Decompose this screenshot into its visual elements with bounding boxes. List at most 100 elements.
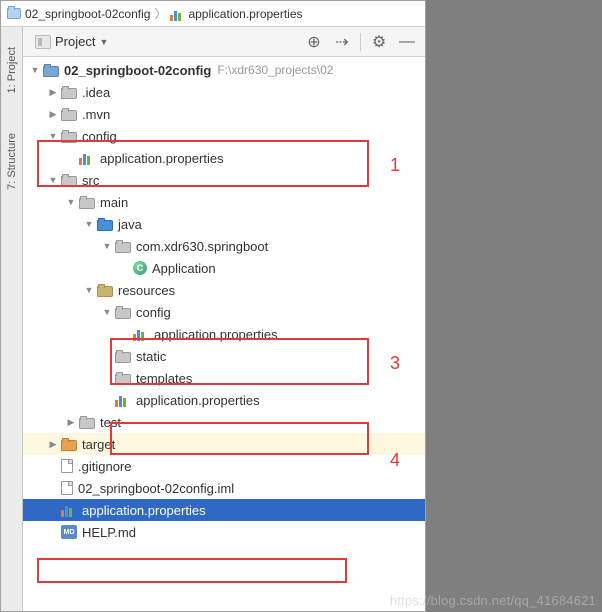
expand-arrow-icon[interactable]: ▼: [83, 219, 95, 229]
gear-icon: ⚙: [372, 32, 386, 52]
breadcrumb-root[interactable]: 02_springboot-02config: [7, 7, 150, 21]
properties-icon: [133, 327, 149, 341]
node-label: application.properties: [136, 393, 260, 408]
tree-node-target[interactable]: ▶ target: [23, 433, 425, 455]
dropdown-icon: ▼: [99, 37, 108, 47]
folder-icon: [115, 374, 131, 385]
rail-tab-project-label: 1: Project: [6, 47, 18, 93]
tree-node-mvn[interactable]: ▶ .mvn: [23, 103, 425, 125]
tree-node-test[interactable]: ▶ test: [23, 411, 425, 433]
node-label: test: [100, 415, 121, 430]
tree-node-java[interactable]: ▼ java: [23, 213, 425, 235]
resources-folder-icon: [97, 286, 113, 297]
tree-node-main[interactable]: ▼ main: [23, 191, 425, 213]
expand-arrow-icon[interactable]: ▶: [47, 87, 59, 98]
project-toolbar: Project ▼ ⊕ ⇢ ⚙ —: [23, 27, 425, 57]
expand-arrow-icon[interactable]: ▶: [65, 417, 77, 428]
tree-node-project-root[interactable]: ▼ 02_springboot-02config F:\xdr630_proje…: [23, 59, 425, 81]
toolbar-divider: [360, 33, 361, 51]
folder-icon: [79, 198, 95, 209]
file-icon: [61, 481, 73, 495]
node-label: 02_springboot-02config.iml: [78, 481, 234, 496]
folder-icon: [61, 110, 77, 121]
folder-icon: [79, 418, 95, 429]
chevron-right-icon: 〉: [154, 5, 166, 22]
settings-button[interactable]: ⚙: [367, 30, 391, 54]
node-label: application.properties: [100, 151, 224, 166]
markdown-icon: MD: [61, 525, 77, 539]
annotation-label-3: 3: [390, 353, 400, 374]
tool-window-rail: 1: Project 7: Structure: [1, 27, 23, 611]
node-label: com.xdr630.springboot: [136, 239, 268, 254]
expand-arrow-icon[interactable]: ▼: [101, 307, 113, 317]
breadcrumb-file-label: application.properties: [188, 7, 302, 21]
expand-arrow-icon[interactable]: ▼: [47, 131, 59, 141]
tree-node-config[interactable]: ▼ config: [23, 125, 425, 147]
node-label: .idea: [82, 85, 110, 100]
expand-arrow-icon[interactable]: ▶: [47, 439, 59, 450]
breadcrumb-file[interactable]: application.properties: [170, 7, 302, 21]
folder-icon: [61, 88, 77, 99]
expand-arrow-icon[interactable]: ▼: [101, 241, 113, 251]
tree-node-src[interactable]: ▼ src: [23, 169, 425, 191]
folder-icon: [61, 132, 77, 143]
locate-button[interactable]: ⊕: [302, 30, 326, 54]
tree-node-gitignore[interactable]: .gitignore: [23, 455, 425, 477]
tree-node-res-config-props[interactable]: application.properties: [23, 323, 425, 345]
tree-node-package[interactable]: ▼ com.xdr630.springboot: [23, 235, 425, 257]
minimize-icon: —: [399, 33, 415, 51]
expand-arrow-icon[interactable]: ▼: [47, 175, 59, 185]
tree-node-res-props[interactable]: application.properties: [23, 389, 425, 411]
tree-node-idea[interactable]: ▶ .idea: [23, 81, 425, 103]
node-label: application.properties: [82, 503, 206, 518]
project-view-label: Project: [55, 34, 95, 49]
expand-arrow-icon[interactable]: ▼: [29, 65, 41, 75]
node-label: target: [82, 437, 115, 452]
expand-arrow-icon[interactable]: ▶: [47, 109, 59, 120]
breadcrumb-root-label: 02_springboot-02config: [25, 7, 150, 21]
project-view-selector[interactable]: Project ▼: [29, 32, 114, 51]
breadcrumb[interactable]: 02_springboot-02config 〉 application.pro…: [1, 1, 425, 27]
tree-node-resources[interactable]: ▼ resources: [23, 279, 425, 301]
node-label: .gitignore: [78, 459, 131, 474]
tree-node-help[interactable]: MD HELP.md: [23, 521, 425, 543]
tree-node-static[interactable]: static: [23, 345, 425, 367]
node-label: main: [100, 195, 128, 210]
node-label: 02_springboot-02config: [64, 63, 211, 78]
file-icon: [61, 459, 73, 473]
tree-node-root-props[interactable]: application.properties: [23, 499, 425, 521]
source-folder-icon: [97, 220, 113, 231]
node-label: java: [118, 217, 142, 232]
rail-tab-structure[interactable]: 7: Structure: [6, 133, 18, 190]
properties-icon: [170, 7, 184, 21]
rail-tab-project[interactable]: 1: Project: [6, 47, 18, 93]
expand-arrow-icon[interactable]: ▼: [65, 197, 77, 207]
annotation-label-4: 4: [390, 450, 400, 471]
project-tree[interactable]: ▼ 02_springboot-02config F:\xdr630_proje…: [23, 57, 425, 611]
node-label: application.properties: [154, 327, 278, 342]
node-path-hint: F:\xdr630_projects\02: [217, 63, 333, 77]
tree-node-templates[interactable]: templates: [23, 367, 425, 389]
annotation-label-1: 1: [390, 155, 400, 176]
project-view-icon: [35, 35, 51, 49]
tree-node-res-config[interactable]: ▼ config: [23, 301, 425, 323]
node-label: .mvn: [82, 107, 110, 122]
tree-node-iml[interactable]: 02_springboot-02config.iml: [23, 477, 425, 499]
node-label: src: [82, 173, 99, 188]
properties-icon: [61, 503, 77, 517]
collapse-all-button[interactable]: ⇢: [330, 30, 354, 54]
module-folder-icon: [43, 66, 59, 77]
hide-button[interactable]: —: [395, 30, 419, 54]
tree-node-application-class[interactable]: C Application: [23, 257, 425, 279]
folder-icon: [7, 8, 21, 19]
expand-arrow-icon[interactable]: ▼: [83, 285, 95, 295]
node-label: config: [136, 305, 171, 320]
tree-node-config-props[interactable]: application.properties: [23, 147, 425, 169]
node-label: static: [136, 349, 166, 364]
target-icon: ⊕: [307, 32, 320, 52]
node-label: Application: [152, 261, 216, 276]
node-label: HELP.md: [82, 525, 136, 540]
folder-icon: [115, 352, 131, 363]
excluded-folder-icon: [61, 440, 77, 451]
node-label: templates: [136, 371, 192, 386]
